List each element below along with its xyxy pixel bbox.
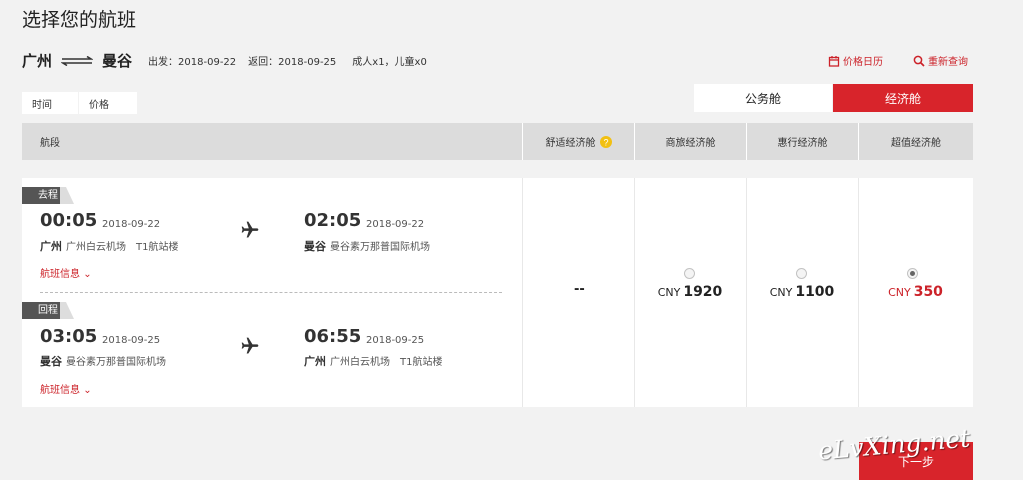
currency-label: CNY [769, 286, 793, 299]
super-economy-price: CNY 350 [858, 284, 973, 300]
outbound-flight-info-link[interactable]: 航班信息 ⌄ [40, 265, 92, 280]
airplane-icon [239, 220, 261, 240]
chevron-down-icon: ⌄ [83, 269, 92, 280]
comfort-fare-unavailable: -- [574, 282, 585, 297]
header-comfort-economy: 舒适经济舱 ? [522, 123, 634, 160]
return-date: 返回：2018-09-25 [248, 56, 337, 68]
outbound-flight-info-label: 航班信息 [40, 269, 80, 280]
return-departure-place: 曼谷 曼谷素万那普国际机场 [40, 353, 166, 369]
header-super-economy: 超值经济舱 [858, 123, 973, 160]
sort-by-time[interactable]: 时间 [22, 92, 78, 114]
return-tag: 回程 [22, 302, 74, 319]
header-segment: 航段 [40, 138, 60, 149]
depart-date: 出发：2018-09-22 [148, 56, 237, 68]
outbound-departure-city: 广州 [40, 240, 62, 253]
business-economy-amount: 1920 [683, 284, 723, 300]
airplane-icon [239, 336, 261, 356]
outbound-arrival-airport: 曼谷素万那普国际机场 [330, 242, 430, 253]
business-economy-price: CNY 1920 [634, 284, 746, 300]
price-calendar-label: 价格日历 [843, 57, 883, 68]
hui-economy-price: CNY 1100 [746, 284, 858, 300]
header-comfort-label: 舒适经济舱 [545, 138, 596, 149]
route-summary: 广州 曼谷 出发：2018-09-22 返回：2018-09-25 成人x1，儿… [22, 50, 427, 70]
return-arrival-city: 广州 [304, 355, 326, 368]
super-economy-radio[interactable] [907, 268, 918, 279]
outbound-departure-date: 2018-09-22 [102, 219, 161, 230]
help-icon[interactable]: ? [599, 135, 612, 148]
return-arrival-time: 06:55 [304, 326, 362, 347]
outbound-arrival-time: 02:05 [304, 210, 362, 231]
return-arrival-airport: 广州白云机场 T1航站楼 [330, 357, 443, 368]
page-title: 选择您的航班 [22, 9, 137, 31]
tab-business-class[interactable]: 公务舱 [694, 84, 832, 112]
calendar-icon [828, 55, 840, 67]
business-economy-radio[interactable] [684, 268, 695, 279]
outbound-arrival-date: 2018-09-22 [366, 219, 425, 230]
destination-city: 曼谷 [102, 51, 133, 70]
sort-by-price[interactable]: 价格 [79, 92, 137, 114]
outbound-arrival-city: 曼谷 [304, 240, 326, 253]
outbound-tag: 去程 [22, 187, 74, 204]
return-departure-time: 03:05 [40, 326, 98, 347]
header-hui-economy: 惠行经济舱 [746, 123, 858, 160]
chevron-down-icon: ⌄ [83, 385, 92, 396]
round-trip-icon [60, 51, 94, 70]
search-icon [913, 55, 925, 67]
outbound-arrival-place: 曼谷 曼谷素万那普国际机场 [304, 238, 430, 254]
price-calendar-link[interactable]: 价格日历 [828, 53, 883, 68]
super-economy-amount: 350 [913, 284, 943, 300]
outbound-departure-airport: 广州白云机场 T1航站楼 [66, 242, 179, 253]
origin-city: 广州 [22, 51, 53, 70]
passenger-count: 成人x1，儿童x0 [352, 56, 427, 68]
fare-table-header: 航段 舒适经济舱 ? 商旅经济舱 惠行经济舱 超值经济舱 [22, 123, 973, 160]
column-divider [522, 178, 523, 407]
header-business-economy: 商旅经济舱 [634, 123, 746, 160]
re-search-link[interactable]: 重新查询 [913, 53, 968, 68]
return-flight-info-label: 航班信息 [40, 385, 80, 396]
svg-text:?: ? [603, 137, 608, 147]
hui-economy-amount: 1100 [795, 284, 835, 300]
return-arrival-place: 广州 广州白云机场 T1航站楼 [304, 353, 442, 369]
tab-economy-class[interactable]: 经济舱 [833, 84, 973, 112]
hui-economy-radio[interactable] [796, 268, 807, 279]
flight-card: 去程 00:05 2018-09-22 广州 广州白云机场 T1航站楼 02:05… [22, 178, 973, 407]
return-arrival-date: 2018-09-25 [366, 335, 425, 346]
currency-label: CNY [888, 286, 911, 299]
leg-divider [40, 292, 502, 293]
return-departure-date: 2018-09-25 [102, 335, 161, 346]
currency-label: CNY [657, 286, 681, 299]
return-flight-info-link[interactable]: 航班信息 ⌄ [40, 381, 92, 396]
re-search-label: 重新查询 [928, 57, 968, 68]
return-departure-city: 曼谷 [40, 355, 62, 368]
return-departure-airport: 曼谷素万那普国际机场 [66, 357, 166, 368]
outbound-departure-place: 广州 广州白云机场 T1航站楼 [40, 238, 178, 254]
outbound-departure-time: 00:05 [40, 210, 98, 231]
